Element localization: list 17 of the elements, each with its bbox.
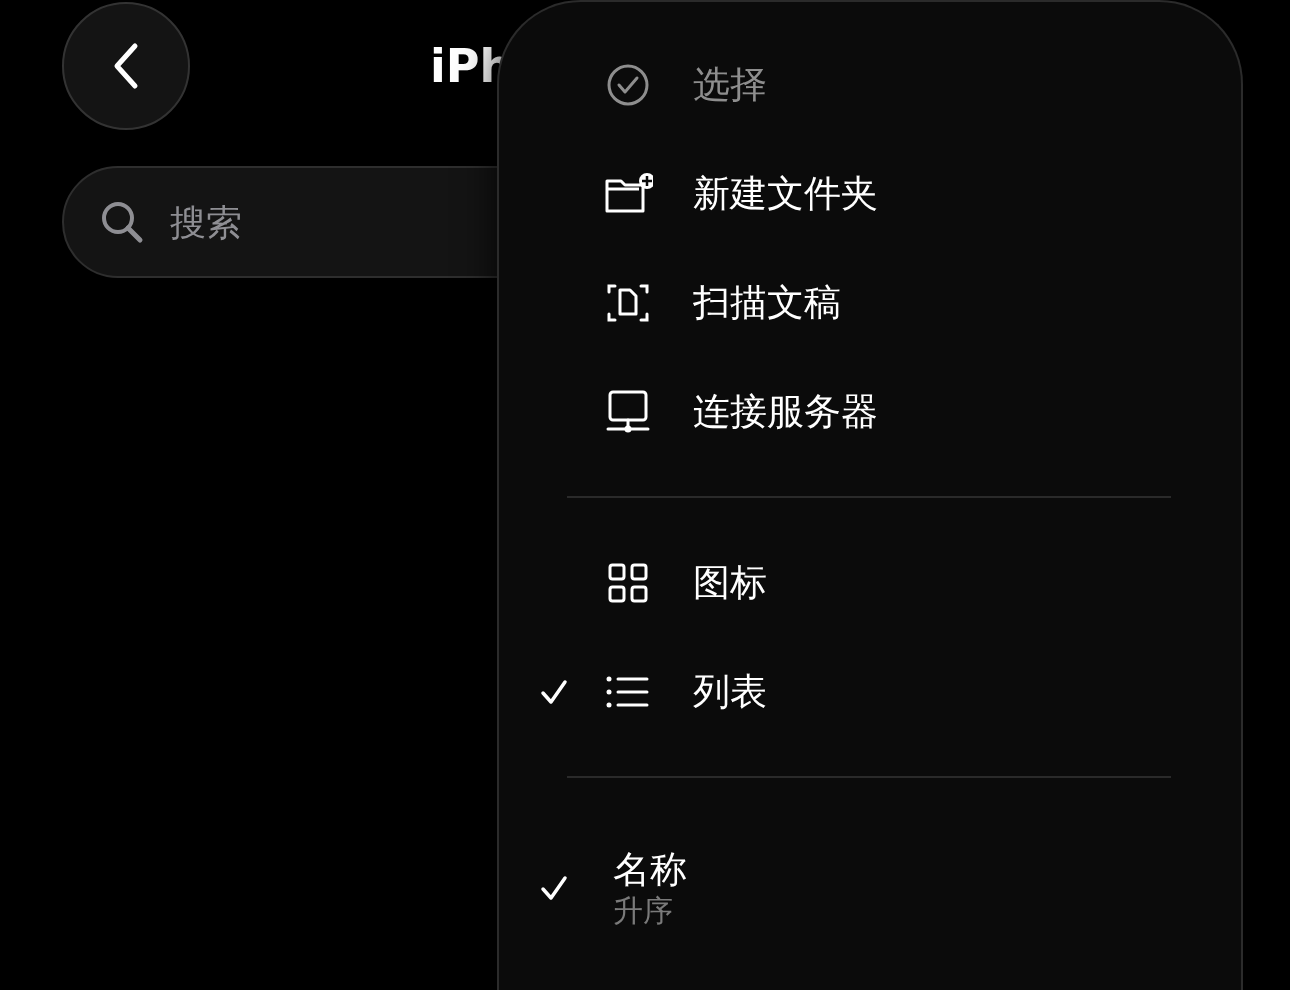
checkmark-icon	[540, 875, 568, 901]
menu-item-label: 名称	[613, 847, 687, 893]
menu-item-label: 选择	[693, 61, 767, 108]
menu-item[interactable]: 扫描文稿	[499, 248, 1241, 357]
menu-item-subtitle: 升序	[613, 893, 674, 929]
menu-item[interactable]: 图标	[499, 528, 1241, 637]
menu-item-label: 新建文件夹	[693, 170, 878, 217]
search-icon	[100, 200, 144, 244]
menu-item-label: 列表	[693, 668, 767, 715]
menu-item[interactable]: 名称 升序	[499, 808, 1241, 968]
checkmark-icon	[540, 678, 568, 705]
menu-item-label: 连接服务器	[693, 388, 878, 435]
menu-item[interactable]: 新建文件夹	[499, 139, 1241, 248]
menu-item-label: 扫描文稿	[693, 279, 841, 326]
menu-item[interactable]: 列表	[499, 637, 1241, 746]
menu-item-label: 图标	[693, 559, 767, 606]
menu-item[interactable]: 连接服务器	[499, 357, 1241, 466]
